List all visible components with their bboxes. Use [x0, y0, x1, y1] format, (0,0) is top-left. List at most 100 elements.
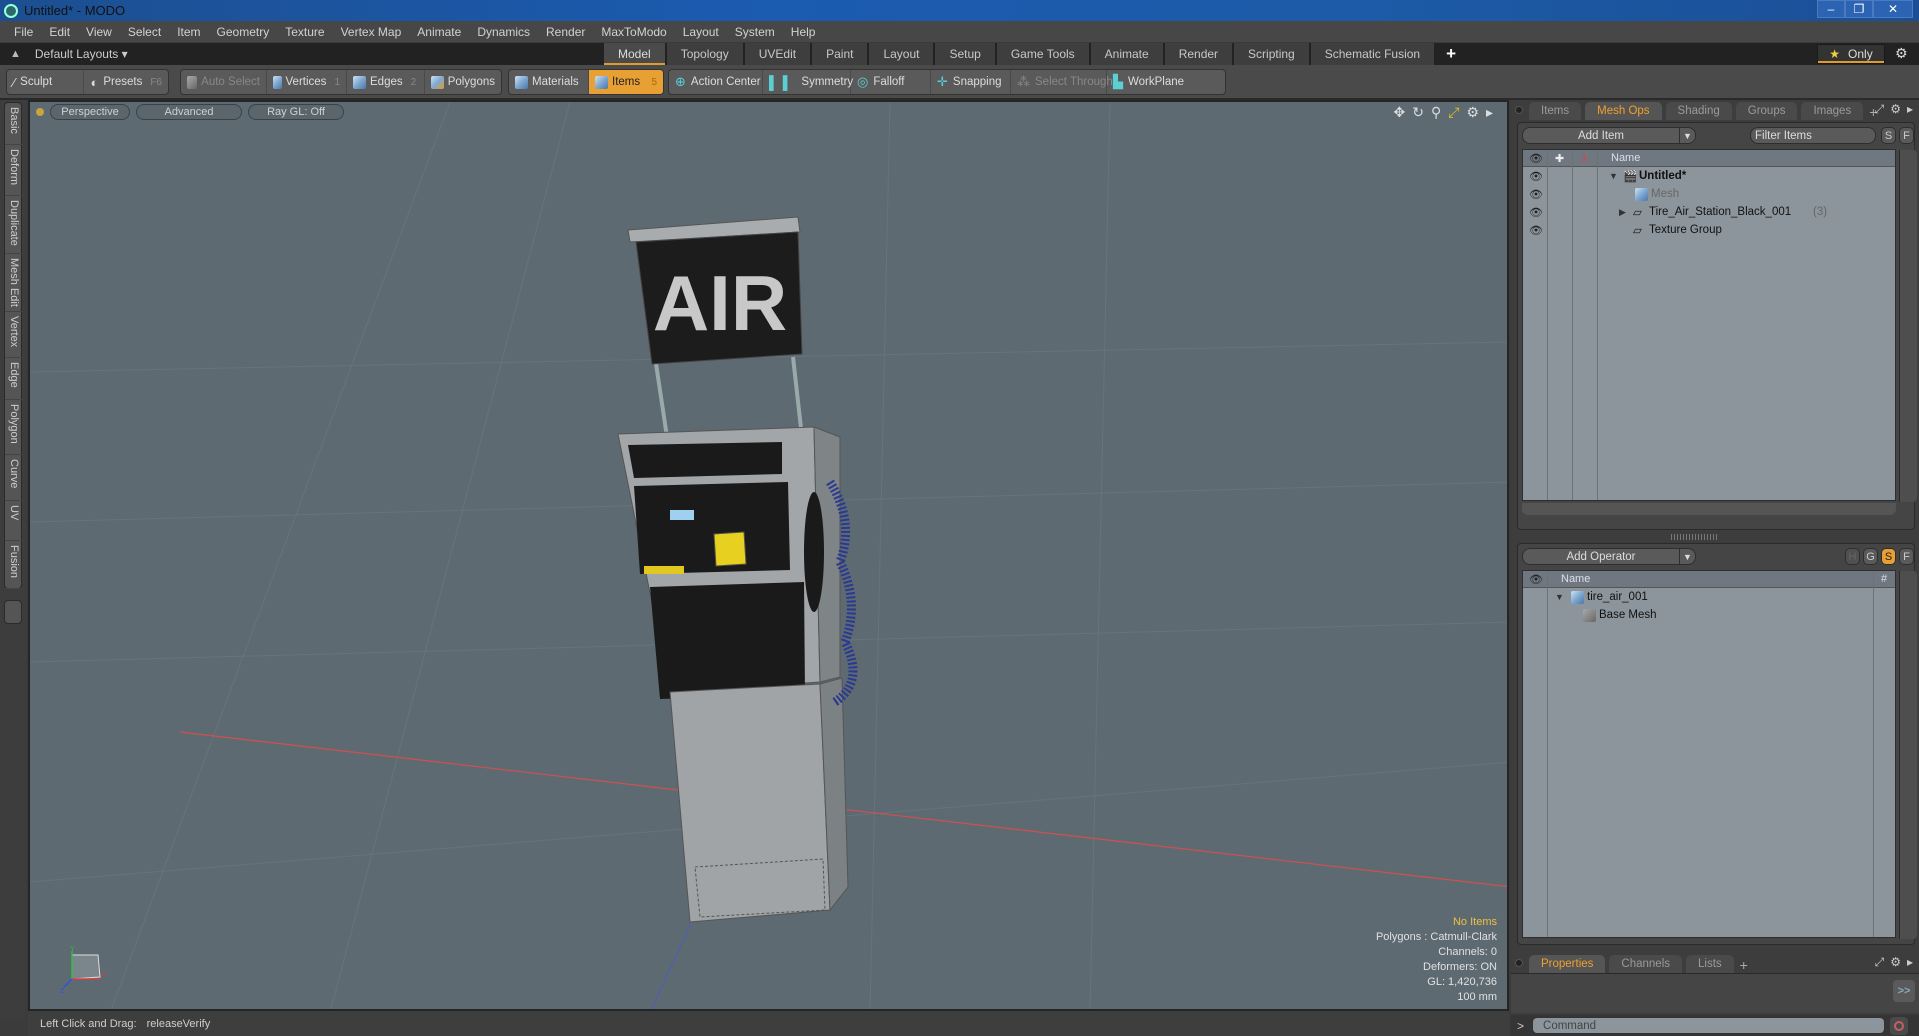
tool-tab-edge[interactable]: Edge — [5, 358, 23, 400]
action-center-button[interactable]: ⊕ Action Center — [669, 70, 763, 94]
tool-tab-polygon[interactable]: Polygon — [5, 400, 23, 455]
tab-groups[interactable]: Groups — [1735, 102, 1798, 120]
command-input[interactable]: Command — [1532, 1017, 1886, 1034]
tab-mesh-ops[interactable]: Mesh Ops — [1585, 102, 1662, 120]
g-button[interactable]: G — [1863, 548, 1878, 565]
s-filter-button[interactable]: S — [1881, 127, 1896, 144]
tool-tab-basic[interactable]: Basic — [5, 103, 23, 145]
expand-panel-icon[interactable]: ⤢ — [1875, 955, 1885, 970]
tool-tab-curve[interactable]: Curve — [5, 455, 23, 501]
menu-geometry[interactable]: Geometry — [209, 25, 278, 39]
presets-button[interactable]: ◐ Presets F6 — [84, 70, 168, 94]
expand-arrow-icon[interactable]: ▼ — [1609, 171, 1618, 181]
tab-scripting[interactable]: Scripting — [1234, 43, 1311, 65]
snapping-button[interactable]: ✛ Snapping — [931, 70, 1011, 94]
falloff-button[interactable]: ◎ Falloff — [851, 70, 931, 94]
menu-dynamics[interactable]: Dynamics — [469, 25, 538, 39]
tool-tab-deform[interactable]: Deform — [5, 145, 23, 196]
tree-row-mesh[interactable]: 👁 Mesh — [1523, 185, 1895, 203]
only-button[interactable]: ★ Only — [1817, 44, 1885, 64]
workplane-button[interactable]: ▙ WorkPlane — [1107, 70, 1190, 94]
f-button[interactable]: F — [1899, 548, 1914, 565]
expand-arrow-icon[interactable]: ▶ — [1619, 207, 1626, 218]
visibility-toggle-icon[interactable]: 👁 — [1529, 206, 1543, 219]
tab-animate[interactable]: Animate — [1090, 43, 1165, 65]
edges-button[interactable]: Edges 2 — [347, 70, 425, 94]
h-button[interactable]: H — [1845, 548, 1860, 565]
expand-arrow-icon[interactable]: ▼ — [1555, 592, 1564, 602]
visibility-toggle-icon[interactable]: 👁 — [1529, 224, 1543, 237]
tab-paint[interactable]: Paint — [812, 43, 870, 65]
menu-edit[interactable]: Edit — [41, 25, 78, 39]
tab-topology[interactable]: Topology — [666, 43, 745, 65]
tab-layout[interactable]: Layout — [869, 43, 936, 65]
panel-splitter[interactable] — [1671, 534, 1719, 540]
visibility-toggle-icon[interactable]: 👁 — [1529, 170, 1543, 183]
menu-texture[interactable]: Texture — [277, 25, 332, 39]
close-button[interactable]: ✕ — [1873, 0, 1913, 18]
add-item-dropdown[interactable]: ▼ — [1680, 127, 1696, 144]
minimize-button[interactable]: – — [1817, 0, 1845, 18]
item-tree-scrollbar[interactable] — [1899, 150, 1917, 502]
add-item-button[interactable]: Add Item — [1522, 127, 1680, 144]
select-through-button[interactable]: ⁂ Select Through — [1011, 70, 1113, 94]
panel-gear-icon[interactable]: ⚙ — [1890, 955, 1901, 970]
tool-tab-duplicate[interactable]: Duplicate — [5, 196, 23, 254]
operator-row-tire-air[interactable]: ▼ tire_air_001 — [1523, 588, 1895, 606]
tab-schematic-fusion[interactable]: Schematic Fusion — [1310, 43, 1437, 65]
tool-tab-extra[interactable] — [4, 600, 22, 624]
menu-file[interactable]: File — [6, 25, 41, 39]
expand-panel-icon[interactable]: ⤢ — [1875, 102, 1885, 117]
add-tab-button[interactable]: + — [1436, 43, 1466, 65]
panel-gear-icon[interactable]: ⚙ — [1890, 102, 1901, 117]
panel-menu-dot[interactable] — [1515, 959, 1523, 967]
tool-tab-vertex[interactable]: Vertex — [5, 312, 23, 358]
materials-button[interactable]: Materials — [509, 70, 589, 94]
f-filter-button[interactable]: F — [1899, 127, 1914, 144]
shading-mode-button[interactable]: Advanced — [136, 104, 242, 120]
layouts-dropdown[interactable]: Default Layouts ▾ — [35, 47, 128, 61]
tool-tab-mesh-edit[interactable]: Mesh Edit — [5, 254, 23, 312]
s-button[interactable]: S — [1881, 548, 1896, 565]
tab-game-tools[interactable]: Game Tools — [996, 43, 1091, 65]
symmetry-button[interactable]: ▌▐ Symmetry — [763, 70, 853, 94]
menu-help[interactable]: Help — [783, 25, 824, 39]
collapse-up-icon[interactable]: ▲ — [10, 48, 21, 60]
add-operator-dropdown[interactable]: ▼ — [1680, 548, 1696, 565]
tab-shading[interactable]: Shading — [1665, 102, 1732, 120]
tab-items[interactable]: Items — [1529, 102, 1582, 120]
tab-lists[interactable]: Lists — [1686, 955, 1734, 973]
item-tree-hscrollbar[interactable] — [1522, 503, 1896, 515]
gear-icon[interactable]: ⚙ — [1895, 45, 1908, 62]
polygons-button[interactable]: Polygons — [425, 70, 501, 94]
rotate-icon[interactable]: ↻ — [1412, 104, 1424, 121]
add-operator-button[interactable]: Add Operator — [1522, 548, 1680, 565]
menu-layout[interactable]: Layout — [675, 25, 727, 39]
tab-render[interactable]: Render — [1164, 43, 1235, 65]
menu-maxtomodo[interactable]: MaxToModo — [593, 25, 674, 39]
raygl-button[interactable]: Ray GL: Off — [248, 104, 344, 120]
menu-render[interactable]: Render — [538, 25, 593, 39]
panel-menu-dot[interactable] — [1515, 106, 1523, 114]
3d-viewport[interactable]: AIR Perspective Advanced Ray GL: Off ✥ ↻… — [28, 100, 1509, 1011]
tree-row-texture-group[interactable]: 👁 ▱ Texture Group — [1523, 221, 1895, 239]
menu-view[interactable]: View — [78, 25, 120, 39]
vertices-button[interactable]: Vertices 1 — [267, 70, 347, 94]
tool-tab-uv[interactable]: UV — [5, 501, 23, 541]
viewport-menu-dot[interactable] — [36, 108, 44, 116]
pan-icon[interactable]: ✥ — [1393, 104, 1405, 121]
menu-item[interactable]: Item — [169, 25, 208, 39]
menu-animate[interactable]: Animate — [409, 25, 469, 39]
add-panel-tab-button[interactable]: + — [1740, 957, 1748, 973]
auto-select-button[interactable]: Auto Select — [181, 70, 267, 94]
tab-channels[interactable]: Channels — [1609, 955, 1683, 973]
viewport-gear-icon[interactable]: ⚙ — [1466, 104, 1479, 121]
view-type-button[interactable]: Perspective — [50, 104, 130, 120]
sculpt-button[interactable]: ∕ Sculpt — [7, 70, 85, 94]
tab-uvedit[interactable]: UVEdit — [744, 43, 813, 65]
tree-row-untitled[interactable]: 👁 ▼ 🎬 Untitled* — [1523, 167, 1895, 185]
items-button[interactable]: Items 5 — [589, 70, 663, 94]
panel-arrow-icon[interactable]: ▸ — [1907, 955, 1913, 970]
zoom-icon[interactable]: ⚲ — [1431, 104, 1441, 121]
restore-button[interactable]: ❐ — [1845, 0, 1873, 18]
